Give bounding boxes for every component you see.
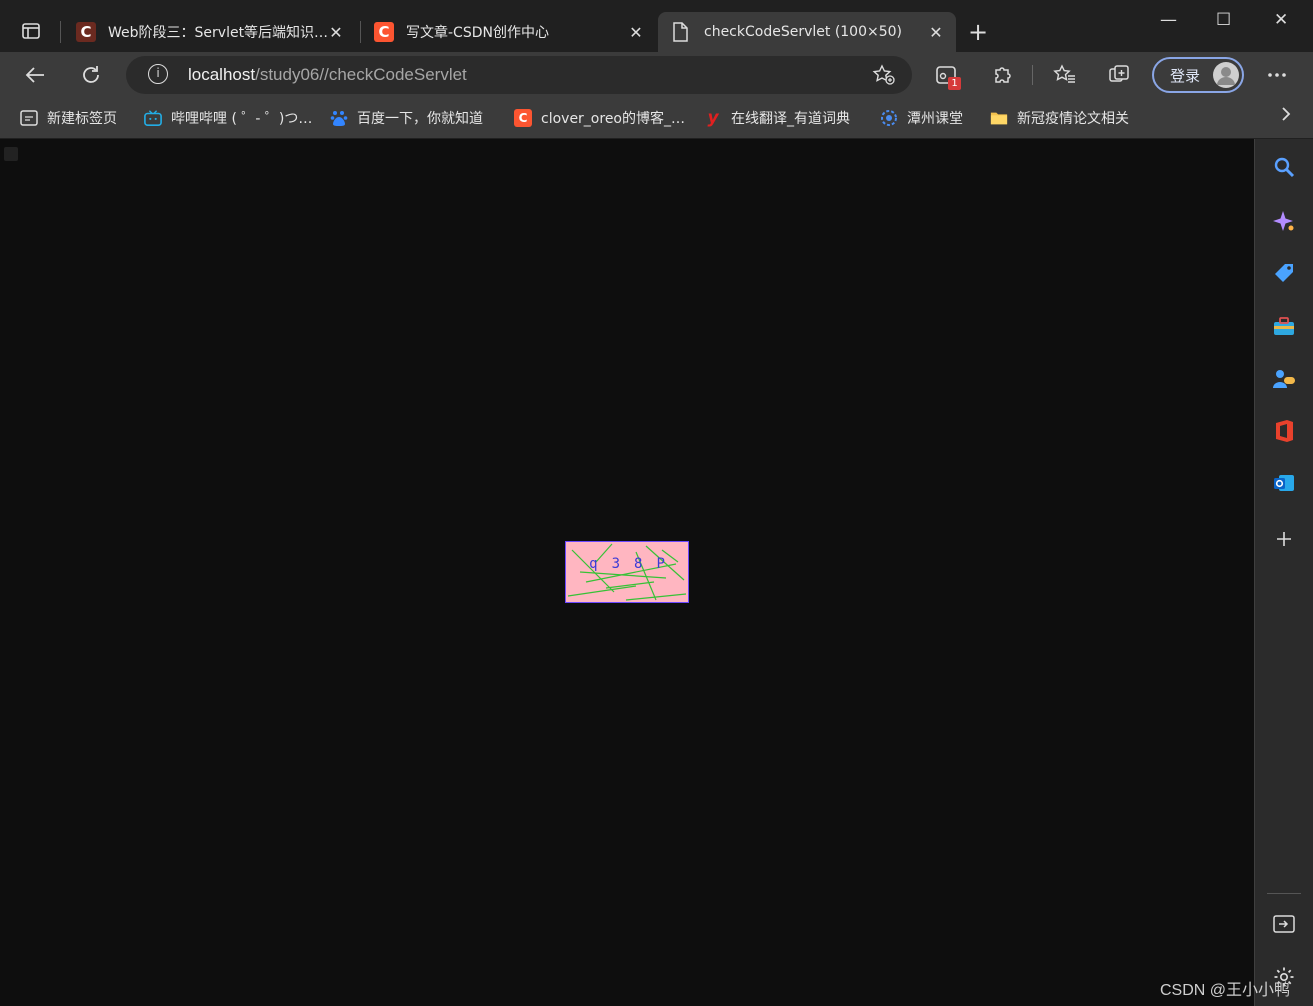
sidebar-collapse-icon[interactable]: [1269, 909, 1299, 939]
back-button[interactable]: [20, 60, 50, 90]
captcha-char: q: [589, 556, 598, 572]
url-text[interactable]: localhost/study06//checkCodeServlet: [188, 65, 467, 85]
bookmark-label: 百度一下，你就知道: [357, 111, 483, 127]
back-arrow-icon: [25, 67, 44, 83]
page-content: q 3 8 P: [0, 139, 1254, 1006]
url-host: localhost: [188, 65, 256, 84]
youdao-icon: y: [707, 108, 719, 128]
more-dots-icon: [1268, 73, 1286, 77]
sidebar-search-icon[interactable]: [1269, 152, 1299, 182]
new-tab-button[interactable]: +: [968, 18, 988, 46]
more-menu-button[interactable]: [1262, 60, 1292, 90]
extensions-button[interactable]: [988, 60, 1018, 90]
captcha-image: q 3 8 P: [565, 541, 689, 603]
page-corner-square: [4, 147, 18, 161]
bookmark-folder-covid[interactable]: 新冠疫情论文相关: [990, 108, 1129, 128]
sidebar-copilot-sparkle-icon[interactable]: [1269, 206, 1299, 236]
tab-csdn-write[interactable]: C 写文章-CSDN创作中心 ✕: [362, 12, 656, 52]
captcha-char: 8: [634, 556, 643, 572]
tab-bar: C Web阶段三：Servlet等后端知识… ✕ C 写文章-CSDN创作中心 …: [0, 0, 1313, 52]
maximize-button[interactable]: ☐: [1216, 10, 1231, 30]
sidebar-tools-briefcase-icon[interactable]: [1269, 312, 1299, 342]
bilibili-icon: [144, 109, 162, 127]
csdn-favicon-icon: C: [76, 22, 96, 42]
bookmark-new-tab[interactable]: 新建标签页: [20, 108, 117, 128]
captcha-noise-lines: [567, 543, 687, 601]
tab-separator: [360, 21, 361, 43]
tab-title: Web阶段三：Servlet等后端知识…: [108, 25, 328, 41]
sidebar-add-icon[interactable]: [1269, 524, 1299, 554]
tab-close-icon[interactable]: ✕: [928, 23, 944, 42]
tab-actions-icon[interactable]: [14, 14, 48, 48]
favorites-button[interactable]: [1050, 60, 1080, 90]
csdn-watermark: CSDN @王小小鸭: [1160, 982, 1291, 999]
tab-title: checkCodeServlet (100×50): [704, 24, 903, 40]
collections-button[interactable]: [1104, 60, 1134, 90]
add-favorite-icon[interactable]: [872, 64, 896, 90]
bookmark-tanzhou[interactable]: 潭州课堂: [880, 108, 963, 128]
captcha-char: P: [656, 556, 665, 572]
bookmark-label: clover_oreo的博客_…: [541, 111, 685, 127]
bookmarks-bar: 新建标签页 哔哩哔哩 ( ゜- ゜)つ… 百度一下，你就知道 C clover_…: [0, 98, 1313, 138]
tab-checkcode[interactable]: checkCodeServlet (100×50) ✕: [658, 12, 956, 52]
avatar: [1213, 62, 1239, 88]
navigation-toolbar: i localhost/study06//checkCodeServlet 1 …: [0, 52, 1313, 98]
tanzhou-icon: [880, 109, 898, 127]
bookmark-clover-blog[interactable]: C clover_oreo的博客_…: [514, 108, 685, 128]
folder-icon: [990, 109, 1008, 127]
notification-badge: 1: [948, 77, 961, 90]
csdn-favicon-icon: C: [514, 109, 532, 127]
login-button[interactable]: 登录: [1152, 57, 1244, 93]
sidebar-shopping-tag-icon[interactable]: [1269, 258, 1299, 288]
sidebar-games-icon[interactable]: [1269, 364, 1299, 394]
page-icon: [670, 22, 690, 42]
bookmark-label: 新冠疫情论文相关: [1017, 111, 1129, 127]
refresh-button[interactable]: [76, 60, 106, 90]
tab-title: 写文章-CSDN创作中心: [406, 25, 549, 41]
bookmark-label: 在线翻译_有道词典: [731, 111, 850, 127]
puzzle-icon: [995, 67, 1011, 83]
captcha-char: 3: [611, 556, 620, 572]
close-window-button[interactable]: ✕: [1274, 10, 1288, 30]
tab-web-stage[interactable]: C Web阶段三：Servlet等后端知识… ✕: [64, 12, 356, 52]
newtab-icon: [20, 109, 38, 127]
bookmark-baidu[interactable]: 百度一下，你就知道: [330, 108, 483, 128]
login-label: 登录: [1170, 66, 1201, 85]
favorites-star-icon: [1053, 64, 1075, 83]
csdn-favicon-icon: C: [374, 22, 394, 42]
bookmarks-overflow-chevron-icon[interactable]: [1281, 106, 1291, 127]
refresh-icon: [83, 66, 99, 83]
collections-icon: [1109, 65, 1129, 82]
sidebar-outlook-icon[interactable]: [1269, 468, 1299, 498]
captcha-text: q 3 8 P: [566, 556, 688, 572]
url-path: /study06//checkCodeServlet: [255, 65, 467, 84]
bookmark-bilibili[interactable]: 哔哩哔哩 ( ゜- ゜)つ…: [144, 108, 312, 128]
bookmark-label: 哔哩哔哩 ( ゜- ゜)つ…: [171, 111, 313, 127]
address-bar[interactable]: i localhost/study06//checkCodeServlet: [126, 56, 912, 94]
tab-close-icon[interactable]: ✕: [628, 23, 644, 42]
bookmark-label: 潭州课堂: [907, 111, 963, 127]
sidebar-office-icon[interactable]: [1269, 416, 1299, 446]
tab-separator: [60, 21, 61, 43]
tab-close-icon[interactable]: ✕: [328, 23, 344, 42]
extension-button[interactable]: 1: [932, 60, 962, 90]
minimize-button[interactable]: —: [1160, 10, 1177, 30]
baidu-icon: [330, 109, 348, 127]
bookmark-youdao[interactable]: y 在线翻译_有道词典: [704, 108, 850, 128]
bookmark-label: 新建标签页: [47, 111, 117, 127]
toolbar-divider: [1032, 65, 1033, 85]
sidebar-divider: [1267, 893, 1301, 894]
edge-sidebar: [1254, 139, 1313, 1006]
site-info-icon[interactable]: i: [148, 64, 168, 84]
